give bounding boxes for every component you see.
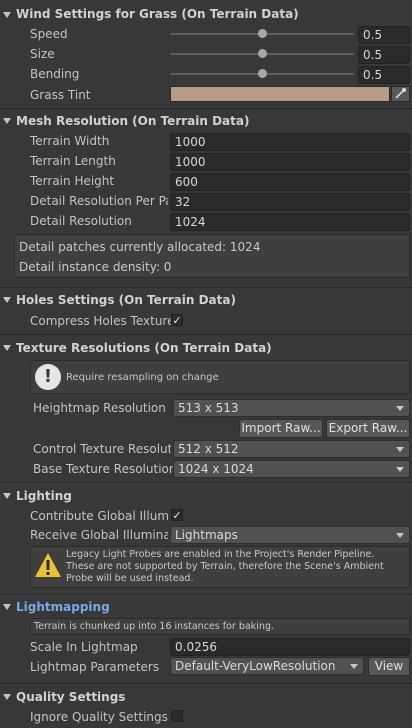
export-raw-button[interactable]: Export Raw... [326,419,410,438]
size-field[interactable]: 0.5 [358,46,410,64]
ignore-quality-checkbox[interactable] [171,710,183,722]
control-texture-label: Control Texture Resolutio [33,442,171,456]
detail-resolution-field[interactable]: 1024 [170,213,410,231]
compress-holes-checkbox[interactable]: ✓ [171,314,183,326]
divider [0,683,412,684]
warning-icon [34,551,62,579]
terrain-height-field[interactable]: 600 [170,173,410,191]
detail-per-patch-label: Detail Resolution Per Pat [30,194,168,208]
warning-line-1: Legacy Light Probes are enabled in the P… [66,549,375,560]
bending-field[interactable]: 0.5 [358,66,410,84]
import-raw-button[interactable]: Import Raw... [239,419,323,438]
heightmap-resolution-dropdown[interactable]: 513 x 513 [173,399,410,417]
warning-line-2: These are not supported by Terrain, ther… [66,561,384,572]
terrain-width-label: Terrain Width [30,134,110,148]
foldout-icon[interactable] [3,493,11,499]
contribute-gi-checkbox[interactable]: ✓ [171,509,183,521]
terrain-height-label: Terrain Height [30,174,115,188]
texture-resolutions-header[interactable]: Texture Resolutions (On Terrain Data) [16,341,272,355]
grass-tint-swatch[interactable] [170,86,390,102]
foldout-icon[interactable] [3,345,11,351]
terrain-length-field[interactable]: 1000 [170,153,410,171]
speed-field[interactable]: 0.5 [358,26,410,44]
control-texture-dropdown[interactable]: 512 x 512 [173,440,410,458]
chevron-down-icon [396,467,404,472]
heightmap-resolution-value: 513 x 513 [178,401,239,415]
foldout-icon[interactable] [3,604,11,610]
chevron-down-icon [396,447,404,452]
mesh-header[interactable]: Mesh Resolution (On Terrain Data) [16,114,249,128]
warning-line-3: Probe will be used instead. [66,573,194,584]
holes-header[interactable]: Holes Settings (On Terrain Data) [16,293,236,307]
chevron-down-icon [396,533,404,538]
detail-per-patch-field[interactable]: 32 [170,193,410,211]
scale-in-lightmap-field[interactable]: 0.0256 [170,638,410,656]
compress-holes-label: Compress Holes Texture [30,314,175,328]
speed-slider-knob[interactable] [258,29,267,38]
detail-density-info: Detail instance density: 0 [19,260,172,274]
size-label: Size [30,47,55,61]
view-button[interactable]: View [368,657,410,676]
terrain-width-field[interactable]: 1000 [170,133,410,151]
base-texture-value: 1024 x 1024 [178,462,254,476]
lightmap-parameters-dropdown[interactable]: Default-VeryLowResolution [170,657,364,675]
bending-slider-knob[interactable] [258,69,267,78]
divider [0,594,412,595]
base-texture-label: Base Texture Resolution [33,462,177,476]
divider [0,287,412,288]
receive-gi-label: Receive Global Illuminati [30,528,168,542]
terrain-length-label: Terrain Length [30,154,116,168]
bending-label: Bending [30,67,80,81]
lightmap-parameters-value: Default-VeryLowResolution [175,659,336,673]
divider [0,108,412,109]
ignore-quality-label: Ignore Quality Settings [30,710,168,724]
divider [0,482,412,483]
control-texture-value: 512 x 512 [178,442,239,456]
speed-label: Speed [30,27,68,41]
foldout-icon[interactable] [3,694,11,700]
resample-notice-text: Require resampling on change [66,372,219,383]
detail-resolution-label: Detail Resolution [30,214,132,228]
foldout-icon[interactable] [3,118,11,124]
chunk-info-text: Terrain is chunked up into 16 instances … [34,621,274,632]
base-texture-dropdown[interactable]: 1024 x 1024 [173,460,410,478]
lighting-header[interactable]: Lighting [16,489,72,503]
grass-tint-label: Grass Tint [30,88,91,102]
scale-in-lightmap-label: Scale In Lightmap [30,640,138,654]
info-icon: ! [35,364,61,390]
wind-header[interactable]: Wind Settings for Grass (On Terrain Data… [16,7,299,21]
lightmap-parameters-label: Lightmap Parameters [30,660,160,674]
size-slider-knob[interactable] [258,49,267,58]
quality-header[interactable]: Quality Settings [16,690,125,704]
foldout-icon[interactable] [3,297,11,303]
lightmapping-header[interactable]: Lightmapping [16,600,110,614]
chevron-down-icon [350,664,358,669]
detail-patches-info: Detail patches currently allocated: 1024 [19,240,261,254]
contribute-gi-label: Contribute Global Illumin [30,509,168,523]
receive-gi-value: Lightmaps [175,528,238,542]
receive-gi-dropdown[interactable]: Lightmaps [170,526,410,544]
divider [0,334,412,335]
heightmap-resolution-label: Heightmap Resolution [33,401,166,415]
eyedropper-icon[interactable] [391,86,410,102]
chevron-down-icon [396,406,404,411]
foldout-icon[interactable] [3,12,11,18]
